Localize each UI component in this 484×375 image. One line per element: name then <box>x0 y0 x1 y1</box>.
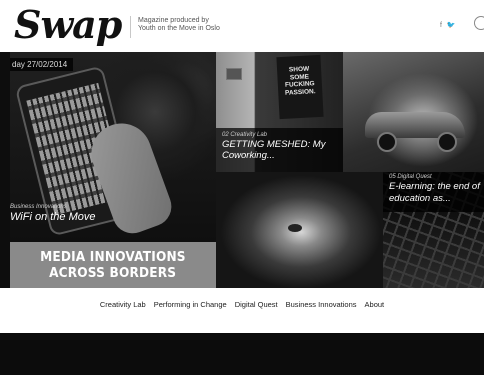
header-divider <box>130 16 131 38</box>
site-tagline: Magazine produced by Youth on the Move i… <box>138 17 220 33</box>
banner-line-2: ACROSS BORDERS <box>49 265 177 281</box>
article-tile-car[interactable] <box>343 52 484 172</box>
social-links: f 🐦 <box>440 21 459 29</box>
article-tile-e-learning[interactable]: 05 Digital Quest E-learning: the end of … <box>383 172 484 288</box>
wall-sign <box>226 68 242 80</box>
article-tile-dragon[interactable] <box>216 172 383 288</box>
car-wheel <box>377 132 397 152</box>
main-nav: Creativity Lab Performing in Change Digi… <box>0 288 484 320</box>
nav-creativity-lab[interactable]: Creativity Lab <box>100 300 146 309</box>
article-tile-getting-meshed[interactable]: SHOW SOME FUCKING PASSION. 02 Creativity… <box>216 52 343 172</box>
site-header: Swap Magazine produced by Youth on the M… <box>0 0 484 52</box>
nav-business-innovations[interactable]: Business Innovations <box>286 300 357 309</box>
article-category: Business Innovations <box>10 204 67 210</box>
article-title-line-1[interactable]: E-learning: the end of <box>389 181 480 192</box>
date-label: day 27/02/2014 <box>10 58 74 71</box>
site-logo[interactable]: Swap <box>14 2 122 47</box>
facebook-icon[interactable]: f <box>440 22 442 29</box>
article-category: 02 Creativity Lab <box>222 132 268 138</box>
banner-line-1: MEDIA INNOVATIONS <box>40 249 186 265</box>
car-wheel <box>437 132 457 152</box>
tagline-line-1: Magazine produced by <box>138 17 209 24</box>
nav-performing-in-change[interactable]: Performing in Change <box>154 300 227 309</box>
footer-band <box>0 333 484 375</box>
article-caption: Business Innovations WiFi on the Move <box>10 204 96 223</box>
article-tile-wifi[interactable]: day 27/02/2014 Business Innovations WiFi… <box>10 52 216 242</box>
media-innovations-banner[interactable]: MEDIA INNOVATIONS ACROSS BORDERS <box>10 242 216 288</box>
article-caption: 02 Creativity Lab GETTING MESHED: My Cow… <box>216 128 343 172</box>
article-title-line-2[interactable]: education as... <box>389 193 478 204</box>
article-caption: 05 Digital Quest E-learning: the end of … <box>383 172 484 212</box>
nav-digital-quest[interactable]: Digital Quest <box>235 300 278 309</box>
hero-grid: day 27/02/2014 Business Innovations WiFi… <box>0 52 484 288</box>
poster-line: PASSION. <box>284 87 316 97</box>
passion-poster: SHOW SOME FUCKING PASSION. <box>276 54 324 120</box>
article-title[interactable]: WiFi on the Move <box>10 211 96 223</box>
article-category: 05 Digital Quest <box>389 174 432 180</box>
nav-about[interactable]: About <box>365 300 385 309</box>
search-icon[interactable] <box>474 16 484 30</box>
article-title[interactable]: GETTING MESHED: My Coworking... <box>222 139 337 161</box>
tagline-line-2: Youth on the Move in Oslo <box>138 25 220 32</box>
dragon-eye <box>288 224 302 232</box>
twitter-icon[interactable]: 🐦 <box>447 22 456 29</box>
